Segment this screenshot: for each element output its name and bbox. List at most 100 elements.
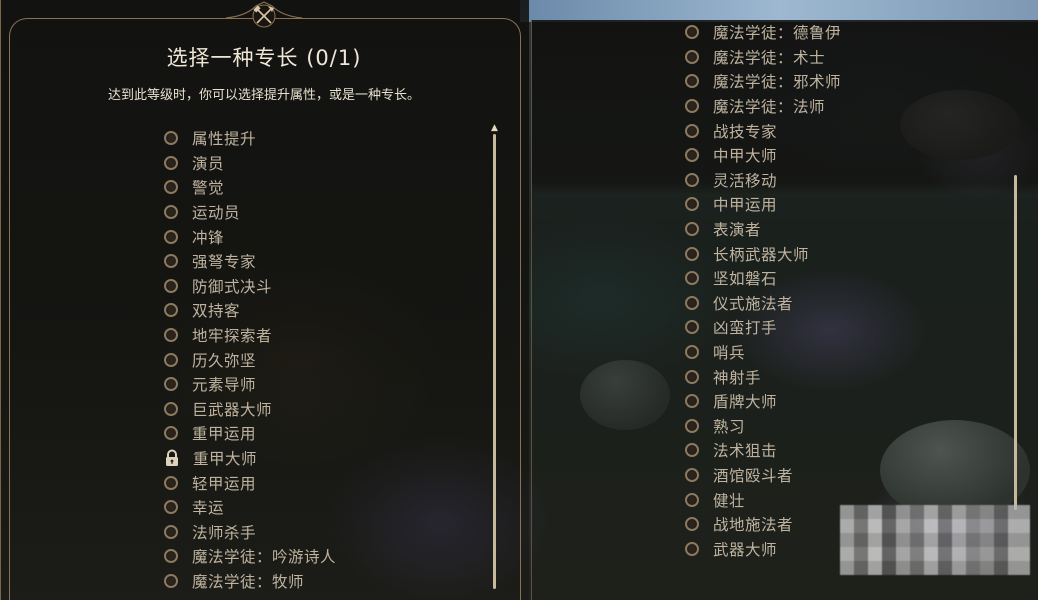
feat-option[interactable]: 魔法学徒：吟游诗人 xyxy=(164,544,336,569)
radio-button[interactable] xyxy=(164,573,178,588)
feat-option[interactable]: 坚如磐石 xyxy=(685,266,841,291)
feat-option[interactable]: 凶蛮打手 xyxy=(685,315,841,340)
radio-button[interactable] xyxy=(164,278,178,293)
feat-label: 中甲运用 xyxy=(713,196,778,215)
feat-option[interactable]: 灵活移动 xyxy=(685,168,841,193)
feat-label: 重甲大师 xyxy=(193,450,258,469)
feat-label: 武器大师 xyxy=(713,540,778,559)
feat-option[interactable]: 熟习 xyxy=(685,414,841,439)
radio-button[interactable] xyxy=(685,492,699,507)
feat-option[interactable]: 法术狙击 xyxy=(685,438,841,463)
radio-button[interactable] xyxy=(685,25,699,40)
feat-option[interactable]: 魔法学徒：牧师 xyxy=(164,569,336,594)
feat-option[interactable]: 演员 xyxy=(164,151,336,176)
feat-option[interactable]: 长柄武器大师 xyxy=(685,241,841,266)
feat-option[interactable]: 中甲大师 xyxy=(685,143,841,168)
feat-option[interactable]: 盾牌大师 xyxy=(685,389,841,414)
feat-option[interactable]: 战技专家 xyxy=(685,118,841,143)
radio-button[interactable] xyxy=(685,172,699,187)
radio-button[interactable] xyxy=(164,377,178,392)
radio-button[interactable] xyxy=(164,524,178,539)
feat-option[interactable]: 轻甲运用 xyxy=(164,470,336,495)
feat-label: 魔法学徒：德鲁伊 xyxy=(713,24,842,43)
radio-button[interactable] xyxy=(685,49,699,64)
feat-option[interactable]: 武器大师 xyxy=(685,536,841,561)
radio-button[interactable] xyxy=(685,443,699,458)
radio-button[interactable] xyxy=(164,352,178,367)
radio-button[interactable] xyxy=(164,303,178,318)
radio-button[interactable] xyxy=(685,246,699,261)
right-list-scrollbar[interactable] xyxy=(1014,175,1017,510)
crossed-axe-hammer-icon xyxy=(226,1,302,28)
radio-button[interactable] xyxy=(685,467,699,482)
radio-button[interactable] xyxy=(164,549,178,564)
feat-option[interactable]: 魔法学徒：德鲁伊 xyxy=(685,20,841,45)
radio-button[interactable] xyxy=(164,131,178,146)
feat-option[interactable]: 属性提升 xyxy=(164,126,336,151)
left-list-scrollbar[interactable] xyxy=(493,134,496,589)
radio-button[interactable] xyxy=(164,328,178,343)
feat-option[interactable]: 历久弥坚 xyxy=(164,347,336,372)
radio-button[interactable] xyxy=(164,500,178,515)
radio-button[interactable] xyxy=(164,205,178,220)
feat-option[interactable]: 地牢探索者 xyxy=(164,323,336,348)
feat-option[interactable]: 中甲运用 xyxy=(685,192,841,217)
feat-option[interactable]: 酒馆殴斗者 xyxy=(685,463,841,488)
feat-option[interactable]: 幸运 xyxy=(164,495,336,520)
radio-button[interactable] xyxy=(685,148,699,163)
feat-option[interactable]: 仪式施法者 xyxy=(685,291,841,316)
radio-button[interactable] xyxy=(685,394,699,409)
feat-label: 巨武器大师 xyxy=(192,400,273,419)
feat-option[interactable]: 冲锋 xyxy=(164,224,336,249)
radio-button[interactable] xyxy=(685,295,699,310)
radio-button[interactable] xyxy=(685,74,699,89)
feat-option[interactable]: 运动员 xyxy=(164,200,336,225)
radio-button[interactable] xyxy=(685,197,699,212)
feat-label: 魔法学徒：术士 xyxy=(713,48,826,67)
feat-option[interactable]: 魔法学徒：术士 xyxy=(685,45,841,70)
radio-button[interactable] xyxy=(685,517,699,532)
feat-option[interactable]: 健壮 xyxy=(685,487,841,512)
feat-label: 战技专家 xyxy=(713,122,778,141)
radio-button[interactable] xyxy=(164,155,178,170)
radio-button[interactable] xyxy=(164,426,178,441)
feat-label: 地牢探索者 xyxy=(192,327,273,346)
radio-button[interactable] xyxy=(164,180,178,195)
feat-option[interactable]: 元素导师 xyxy=(164,372,336,397)
feat-option[interactable]: 双持客 xyxy=(164,298,336,323)
feat-option[interactable]: 防御式决斗 xyxy=(164,274,336,299)
feat-label: 灵活移动 xyxy=(713,171,778,190)
feat-option[interactable]: 魔法学徒：邪术师 xyxy=(685,69,841,94)
radio-button[interactable] xyxy=(685,222,699,237)
feat-option[interactable]: 魔法学徒：法师 xyxy=(685,94,841,119)
feat-label: 魔法学徒：吟游诗人 xyxy=(192,548,337,567)
radio-button[interactable] xyxy=(164,475,178,490)
radio-button[interactable] xyxy=(685,123,699,138)
feat-label: 强弩专家 xyxy=(192,253,257,272)
radio-button[interactable] xyxy=(164,254,178,269)
feat-option[interactable]: 神射手 xyxy=(685,364,841,389)
feat-option[interactable]: 重甲运用 xyxy=(164,421,336,446)
radio-button[interactable] xyxy=(685,541,699,556)
feat-label: 凶蛮打手 xyxy=(713,319,778,338)
feat-option[interactable]: 法师杀手 xyxy=(164,520,336,545)
feat-label: 仪式施法者 xyxy=(713,294,794,313)
feat-option[interactable]: 警觉 xyxy=(164,175,336,200)
radio-button[interactable] xyxy=(164,229,178,244)
feat-option[interactable]: 战地施法者 xyxy=(685,512,841,537)
feat-option[interactable]: 重甲大师 xyxy=(164,446,336,471)
feat-label: 战地施法者 xyxy=(713,516,794,535)
radio-button[interactable] xyxy=(685,99,699,114)
feat-option[interactable]: 哨兵 xyxy=(685,340,841,365)
radio-button[interactable] xyxy=(685,271,699,286)
sky-strip xyxy=(520,0,1038,22)
feat-option[interactable]: 表演者 xyxy=(685,217,841,242)
radio-button[interactable] xyxy=(685,345,699,360)
feat-option[interactable]: 巨武器大师 xyxy=(164,397,336,422)
feat-option[interactable]: 强弩专家 xyxy=(164,249,336,274)
radio-button[interactable] xyxy=(685,369,699,384)
radio-button[interactable] xyxy=(164,401,178,416)
radio-button[interactable] xyxy=(685,320,699,335)
radio-button[interactable] xyxy=(685,418,699,433)
scroll-up-arrow-icon[interactable]: ▲ xyxy=(490,124,499,133)
